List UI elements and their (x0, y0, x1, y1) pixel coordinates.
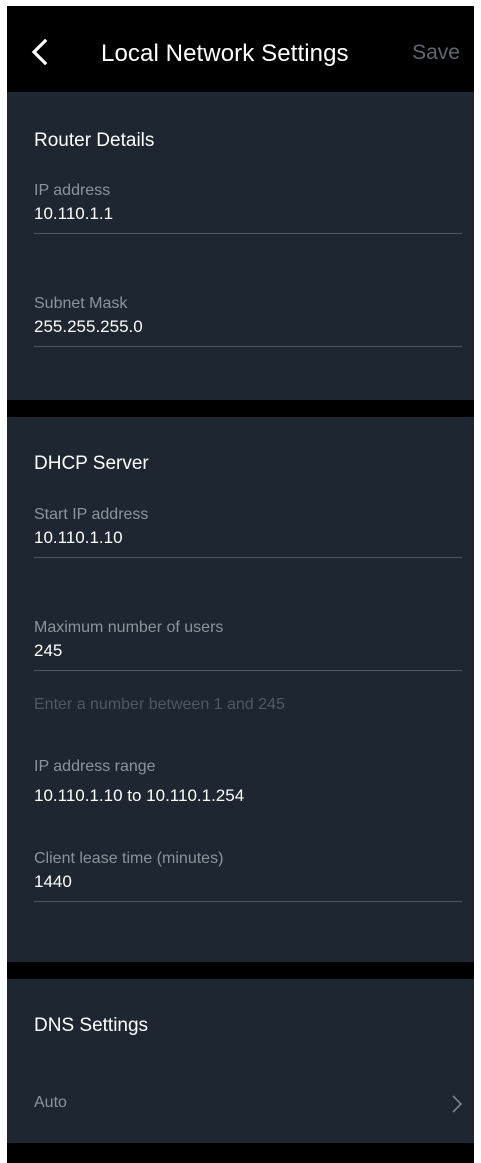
lease-time-field: Client lease time (minutes) (34, 849, 462, 902)
local-network-settings-screen: Local Network Settings Save Router Detai… (7, 6, 474, 1163)
section-title-dhcp-server: DHCP Server (34, 453, 149, 474)
chevron-left-icon (31, 38, 48, 66)
max-users-underline (34, 670, 462, 671)
subnet-mask-label: Subnet Mask (34, 295, 128, 312)
ip-address-label: IP address (34, 182, 111, 199)
save-button[interactable]: Save (412, 41, 460, 65)
page-title: Local Network Settings (101, 40, 349, 67)
dns-settings-section: DNS Settings Auto (7, 979, 474, 1143)
lease-time-input[interactable] (34, 871, 462, 893)
subnet-mask-field: Subnet Mask 255.255.255.0 (34, 294, 462, 347)
dns-settings-row[interactable]: Auto (7, 1084, 474, 1124)
start-ip-label: Start IP address (34, 506, 149, 523)
max-users-label: Maximum number of users (34, 619, 224, 636)
chevron-right-icon (452, 1095, 462, 1113)
section-title-dns-settings: DNS Settings (34, 1015, 149, 1036)
ip-address-value: 10.110.1.1 (34, 204, 114, 223)
max-users-field: Maximum number of users (34, 618, 462, 671)
dns-settings-value: Auto (34, 1094, 67, 1111)
router-details-section: Router Details IP address 10.110.1.1 Sub… (7, 92, 474, 400)
ip-range-field: IP address range 10.110.1.10 to 10.110.1… (34, 757, 462, 807)
subnet-mask-underline (34, 346, 462, 347)
subnet-mask-value: 255.255.255.0 (34, 317, 143, 336)
start-ip-underline (34, 557, 462, 558)
ip-address-field: IP address 10.110.1.1 (34, 181, 462, 234)
header-bar: Local Network Settings Save (7, 6, 474, 92)
max-users-input[interactable] (34, 640, 462, 662)
start-ip-field: Start IP address (34, 505, 462, 558)
ip-range-label: IP address range (34, 758, 156, 775)
max-users-hint: Enter a number between 1 and 245 (34, 696, 285, 713)
lease-time-label: Client lease time (minutes) (34, 850, 224, 867)
dhcp-server-section: DHCP Server Start IP address Maximum num… (7, 417, 474, 962)
ip-address-underline (34, 233, 462, 234)
section-title-router-details: Router Details (34, 130, 155, 151)
ip-range-value: 10.110.1.10 to 10.110.1.254 (34, 786, 245, 805)
start-ip-input[interactable] (34, 527, 462, 549)
back-button[interactable] (21, 32, 61, 72)
lease-time-underline (34, 901, 462, 902)
